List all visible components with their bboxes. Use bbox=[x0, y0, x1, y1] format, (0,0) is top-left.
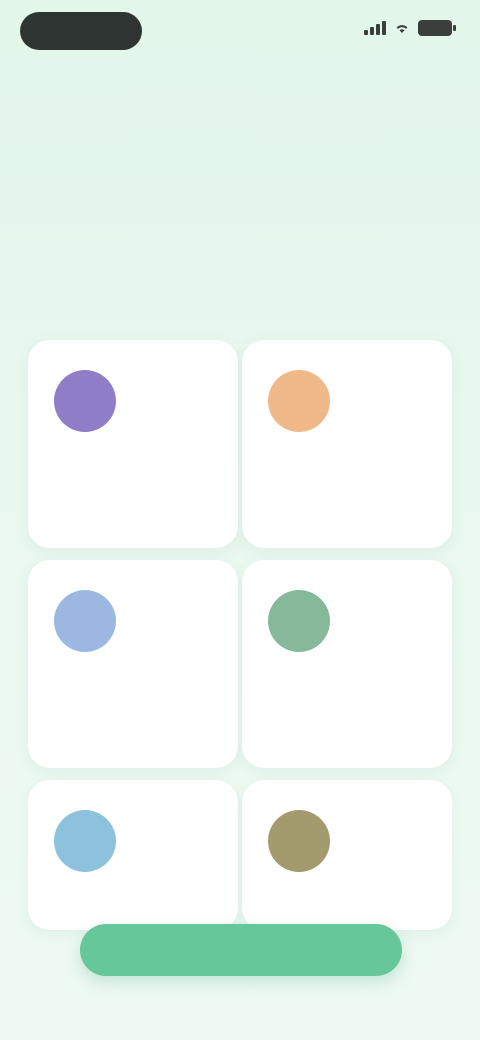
category-grid bbox=[28, 340, 452, 930]
status-icons bbox=[364, 20, 456, 36]
category-icon bbox=[268, 370, 330, 432]
category-card[interactable] bbox=[242, 340, 452, 548]
category-icon bbox=[54, 810, 116, 872]
status-time bbox=[20, 12, 142, 50]
section-eyebrow bbox=[150, 80, 330, 100]
battery-icon bbox=[418, 20, 456, 36]
category-icon bbox=[268, 590, 330, 652]
app-screen bbox=[0, 0, 480, 1040]
category-icon bbox=[54, 590, 116, 652]
category-card[interactable] bbox=[28, 560, 238, 768]
status-bar bbox=[0, 0, 480, 64]
category-icon bbox=[54, 370, 116, 432]
category-icon bbox=[268, 810, 330, 872]
category-card[interactable] bbox=[242, 780, 452, 930]
wifi-icon bbox=[396, 25, 408, 33]
signal-icon bbox=[364, 21, 386, 35]
category-card[interactable] bbox=[242, 560, 452, 768]
category-card[interactable] bbox=[28, 780, 238, 930]
category-card[interactable] bbox=[28, 340, 238, 548]
continue-button[interactable] bbox=[80, 924, 402, 976]
